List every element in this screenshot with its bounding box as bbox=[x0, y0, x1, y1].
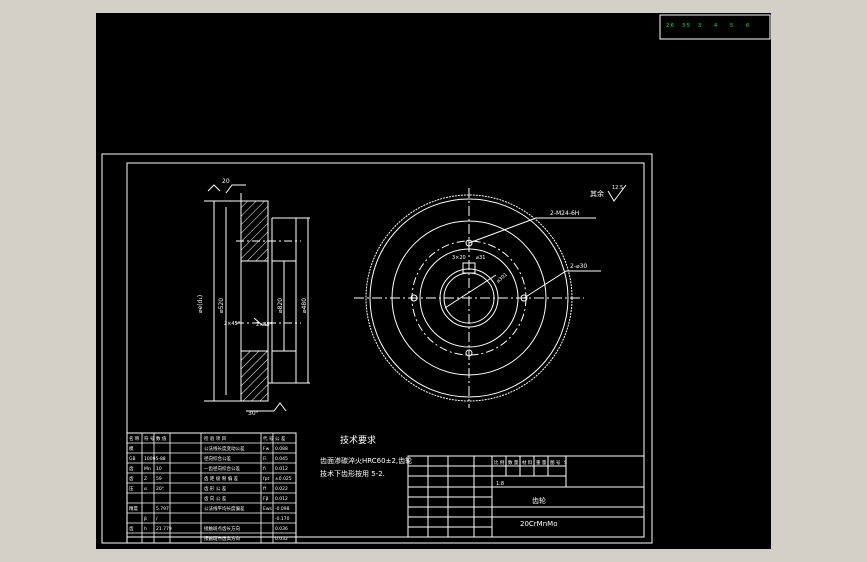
tech-requirement-line-2: 技术下齿形按用 5-2. bbox=[320, 469, 385, 478]
param-table-cell: 0.045 bbox=[275, 456, 288, 462]
title-block-header: 数 量 bbox=[508, 459, 519, 466]
param-table-header: 代 号 bbox=[263, 435, 274, 442]
top-dimension-label: 20 bbox=[222, 178, 230, 185]
param-table-cell: 径向综合公差 bbox=[204, 455, 231, 462]
param-table-cell: -0.098 bbox=[275, 506, 290, 512]
pin-holes-label: 2-⌀30 bbox=[570, 263, 587, 270]
param-table-cell: β bbox=[144, 516, 147, 522]
param-table-cell: fi bbox=[263, 466, 266, 472]
threaded-holes-label: 2-M24-6H bbox=[550, 210, 579, 217]
param-table-cell: Mn bbox=[144, 466, 151, 472]
axis-indicator-label: 2 6 bbox=[666, 23, 674, 29]
param-table-header: 检 验 项 目 bbox=[204, 435, 226, 442]
param-table-cell: 0.012 bbox=[275, 466, 288, 472]
param-table-cell: Ews bbox=[263, 506, 273, 512]
title-block-header: 材 料 bbox=[522, 459, 533, 466]
surface-roughness-label: 12.5 bbox=[612, 185, 623, 191]
title-block-header: S bbox=[564, 460, 567, 466]
param-table-cell: 公法线长度变动公差 bbox=[204, 445, 245, 452]
bore-label: ⌀31 bbox=[476, 255, 485, 261]
param-table-header: 公 差 bbox=[275, 435, 286, 442]
title-block-header: 比 例 bbox=[494, 459, 505, 466]
param-table-cell: 0.036 bbox=[275, 526, 288, 532]
param-table-cell: Fi bbox=[263, 456, 267, 462]
param-table-cell: 接触斑点齿高方向 bbox=[204, 535, 240, 542]
param-table-cell: Fβ bbox=[263, 496, 269, 502]
axis-indicator-label: 5 bbox=[730, 23, 733, 29]
gear-parameter-table: 名 称符 号数 值 检 验 项 目 代 号公 差模 公法线长度变动公差 Fw 0.088 G… bbox=[126, 432, 297, 544]
param-table-cell: Fw bbox=[263, 446, 270, 452]
title-block-header: 重 量 bbox=[536, 459, 547, 466]
tech-requirement-line-1: 齿面渗碳淬火HRC60±2,齿轮 bbox=[320, 456, 412, 465]
param-table-cell: 齿 bbox=[129, 476, 134, 482]
param-table-cell: 10 bbox=[156, 466, 162, 472]
param-table-cell: 齿 bbox=[129, 526, 134, 532]
param-table-cell: h bbox=[144, 526, 147, 532]
param-table-cell: 公法线平均长度偏差 bbox=[204, 505, 245, 512]
pitch-circle-label: ⌀301 bbox=[495, 272, 508, 285]
axis-indicator-label: 3 5 bbox=[682, 23, 690, 29]
param-table-cell: 模 bbox=[129, 445, 134, 452]
gear-face-labels: 其余 12.5 2-M24-6H 2-⌀30 3×20 ⌀31 ⌀301 bbox=[452, 185, 623, 285]
chamfer-label-2: 2×45° bbox=[256, 322, 273, 328]
param-table-cell: α bbox=[144, 487, 147, 492]
axis-indicator-label: 3 bbox=[698, 23, 701, 29]
param-table-cell: 0.012 bbox=[275, 496, 288, 502]
axis-indicator-label: 6 bbox=[746, 23, 749, 29]
param-table-cell: 齿 bbox=[129, 466, 134, 472]
param-table-header: 名 称 bbox=[129, 435, 140, 442]
param-table-cell: 一齿径向综合公差 bbox=[204, 465, 240, 472]
surface-note-label: 其余 bbox=[590, 189, 604, 198]
param-table-cell: / bbox=[156, 516, 158, 522]
diameter-820-label: ⌀820 bbox=[277, 298, 284, 313]
param-table-header: 符 号 bbox=[144, 435, 155, 442]
param-table-cell: 59 bbox=[156, 476, 162, 482]
param-table-cell: 接触斑点齿长方向 bbox=[204, 525, 240, 532]
diameter-520-label: ⌀520 bbox=[218, 298, 225, 313]
chamfer-label-1: 2×45° bbox=[224, 321, 241, 327]
cad-viewport[interactable]: 2 6 3 5 3 4 5 6 20 ⌀e(d₁) ⌀520 ⌀820 ⌀480 2×45… bbox=[96, 13, 771, 549]
cad-drawing: 2 6 3 5 3 4 5 6 20 ⌀e(d₁) ⌀520 ⌀820 ⌀480 2×45… bbox=[101, 14, 771, 544]
axis-indicator-label: 4 bbox=[714, 23, 717, 29]
param-table-cell: 精度 bbox=[129, 505, 138, 512]
param-table-cell: 0.022 bbox=[275, 486, 288, 492]
param-table-cell: 齿 距 极 限 偏 差 bbox=[204, 475, 239, 482]
axis-indicator-icon: 2 6 3 5 3 4 5 6 bbox=[659, 14, 771, 40]
param-table-cell: 10095-88 bbox=[144, 456, 166, 462]
scale-value-label: 1:8 bbox=[496, 481, 504, 487]
param-table-cell: -0.170 bbox=[275, 516, 290, 522]
param-table-cell: 21.779 bbox=[156, 526, 172, 532]
param-table-cell: 0.088 bbox=[275, 446, 288, 452]
title-block-labels: 齿轮 20CrMnMo 1:8 比 例数 量材 料重 量图 号S bbox=[494, 459, 567, 528]
param-table-cell: ff bbox=[263, 486, 267, 492]
param-table-cell: 齿 形 公 差 bbox=[204, 485, 227, 492]
param-table-cell: 0.032 bbox=[275, 536, 288, 542]
param-table-cell: 齿 向 公 差 bbox=[204, 495, 227, 502]
bottom-angle-label: 30° bbox=[248, 410, 259, 417]
param-table-cell: 压 bbox=[129, 486, 134, 492]
param-table-cell: 5.797 bbox=[156, 506, 169, 512]
param-table-cell: GB bbox=[129, 456, 136, 462]
tip-diameter-label: ⌀e(d₁) bbox=[197, 295, 204, 313]
diameter-480-label: ⌀480 bbox=[301, 298, 308, 313]
title-block-header: 图 号 bbox=[550, 460, 561, 466]
technical-requirements: 技术要求 齿面渗碳淬火HRC60±2,齿轮 技术下齿形按用 5-2. bbox=[320, 434, 412, 478]
part-name-label: 齿轮 bbox=[532, 496, 546, 505]
param-table-cell: Z bbox=[144, 476, 147, 482]
param-table-cell: fpt bbox=[263, 476, 269, 482]
param-table-cell: ±0.025 bbox=[275, 476, 292, 482]
param-table-header: 数 值 bbox=[156, 435, 167, 442]
keyway-label: 3×20 bbox=[452, 255, 466, 261]
material-label: 20CrMnMo bbox=[520, 520, 557, 528]
gear-face-view bbox=[354, 184, 627, 408]
param-table-cell: 20° bbox=[156, 486, 164, 492]
tech-requirements-title: 技术要求 bbox=[340, 434, 376, 446]
